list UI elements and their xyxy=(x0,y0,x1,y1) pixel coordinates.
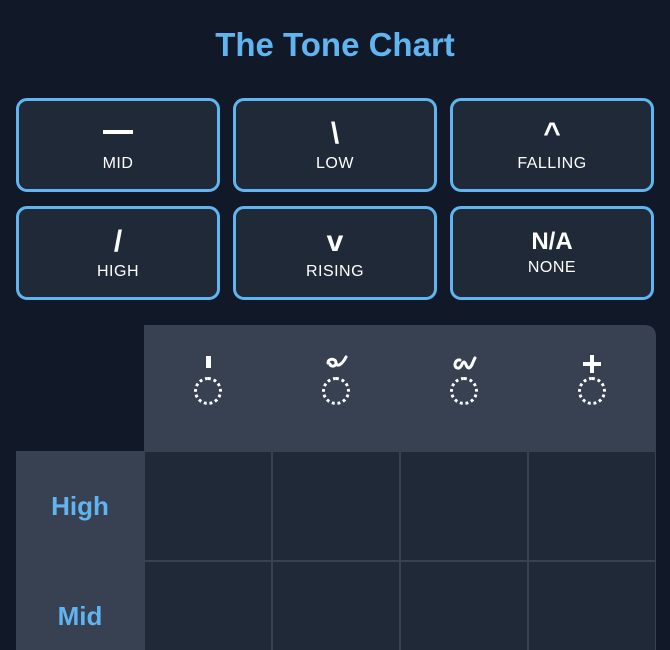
tone-button-none[interactable]: N/A NONE xyxy=(450,206,654,300)
backslash-icon: \ xyxy=(330,117,340,150)
table-cell-mid-mai-chattawa[interactable] xyxy=(528,561,656,650)
tone-mark-table: High Mid xyxy=(16,325,656,650)
table-cell-high-mai-tho[interactable] xyxy=(272,451,400,561)
table-cell-mid-mai-tri[interactable] xyxy=(400,561,528,650)
dotted-circle-icon xyxy=(322,377,350,405)
tone-button-high[interactable]: / HIGH xyxy=(16,206,220,300)
tone-name: NONE xyxy=(527,259,577,276)
mai-tri-mark-icon xyxy=(451,355,477,375)
page-title: The Tone Chart xyxy=(215,26,455,63)
dotted-circle-icon xyxy=(194,377,222,405)
table-cell-mid-mai-tho[interactable] xyxy=(272,561,400,650)
table-cell-high-mai-ek[interactable] xyxy=(144,451,272,561)
table-cell-mid-mai-ek[interactable] xyxy=(144,561,272,650)
mai-tho-mark-icon xyxy=(324,355,348,375)
mai-ek-mark-icon xyxy=(204,355,212,375)
slash-icon: / xyxy=(113,225,123,258)
tone-name: HIGH xyxy=(97,263,139,280)
tone-name: LOW xyxy=(316,155,354,172)
tone-name: FALLING xyxy=(517,155,587,172)
table-corner xyxy=(16,325,144,451)
tone-name: RISING xyxy=(305,263,365,280)
v-icon: v xyxy=(326,225,344,258)
caret-icon: ^ xyxy=(543,117,561,150)
na-icon: N/A xyxy=(531,228,573,255)
dotted-circle-icon xyxy=(450,377,478,405)
header-cell-mai-ek xyxy=(144,325,272,451)
mai-chattawa-mark-icon xyxy=(582,355,602,375)
tone-chart-page: The Tone Chart MID \ LOW ^ FALLING / HIG… xyxy=(0,0,670,650)
dotted-circle-icon xyxy=(578,377,606,405)
tone-button-falling[interactable]: ^ FALLING xyxy=(450,98,654,192)
header-cell-mai-chattawa xyxy=(528,325,656,451)
tone-button-rising[interactable]: v RISING xyxy=(233,206,437,300)
row-label-mid: Mid xyxy=(16,561,144,650)
dash-icon xyxy=(103,130,133,134)
tone-button-mid[interactable]: MID xyxy=(16,98,220,192)
header-cell-mai-tho xyxy=(272,325,400,451)
table-cells xyxy=(144,451,656,650)
table-cell-high-mai-chattawa[interactable] xyxy=(528,451,656,561)
tone-button-grid: MID \ LOW ^ FALLING / HIGH v RISING N/A … xyxy=(16,98,657,300)
tone-button-low[interactable]: \ LOW xyxy=(233,98,437,192)
table-cell-high-mai-tri[interactable] xyxy=(400,451,528,561)
header-cell-mai-tri xyxy=(400,325,528,451)
row-label-high: High xyxy=(16,451,144,561)
table-header-row xyxy=(144,325,656,451)
tone-name: MID xyxy=(102,155,134,172)
